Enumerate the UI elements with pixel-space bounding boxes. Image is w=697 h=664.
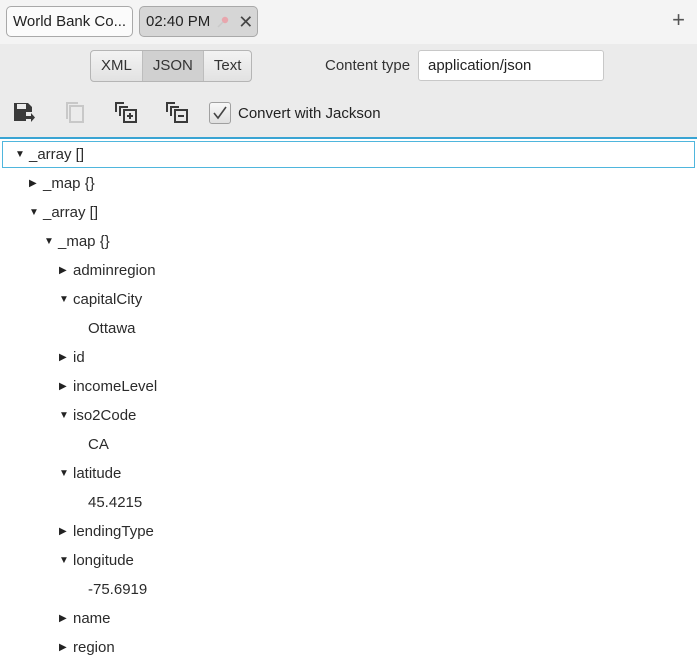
collapse-arrow-icon[interactable]: ▼ [15,149,29,160]
tree-node[interactable]: 45.4215 [0,489,142,516]
checkmark-icon [213,106,227,120]
tree-node-label: lendingType [73,523,154,540]
tree-node-label: _map {} [43,175,95,192]
tree-node-label: id [73,349,85,366]
toolbar: XML JSON Text Content type application/j… [0,44,697,137]
tree-node[interactable]: ▶ id [0,344,85,371]
expand-arrow-icon[interactable]: ▶ [29,178,43,189]
mode-xml-button[interactable]: XML [91,51,143,81]
tree-node-label: _array [] [43,204,99,221]
pin-icon[interactable] [216,15,230,29]
tree-node[interactable]: ▼ latitude [0,460,121,487]
tab-bar: World Bank Co... 02:40 PM ✕ + [0,0,697,44]
tree-node-label: adminregion [73,262,156,279]
add-tab-button[interactable]: + [672,9,685,31]
tree-node[interactable]: ▶ incomeLevel [0,373,157,400]
json-tree-view[interactable]: ▼ _array [] ▶ _map {} ▼ _array [] ▼ _map {} ▶ adm… [0,137,697,664]
convert-with-jackson-checkbox[interactable] [209,102,231,124]
expand-arrow-icon[interactable]: ▶ [59,526,73,537]
expand-arrow-icon[interactable]: ▶ [59,642,73,653]
tree-node[interactable]: ▶ adminregion [0,257,156,284]
collapse-arrow-icon[interactable]: ▼ [59,410,73,421]
save-export-icon[interactable] [12,100,36,124]
tree-node-value: -75.6919 [88,581,148,598]
tree-node[interactable]: -75.6919 [0,576,147,603]
close-tab-icon[interactable]: ✕ [238,13,253,31]
content-type-label: Content type [325,57,411,74]
format-mode-selector: XML JSON Text [90,50,253,82]
tree-node[interactable]: ▼ _array [] [2,141,695,168]
expand-arrow-icon[interactable]: ▶ [59,265,73,276]
tree-node[interactable]: ▼ _array [] [0,199,98,226]
tree-node-label: capitalCity [73,291,143,308]
tree-node-label: region [73,639,115,656]
tab-world-bank[interactable]: World Bank Co... [6,6,133,37]
tree-node[interactable]: ▼ capitalCity [0,286,142,313]
tree-node-label: longitude [73,552,134,569]
tree-node[interactable]: ▶ _map {} [0,170,95,197]
tab-label: World Bank Co... [13,13,127,30]
tree-node-label: _array [] [29,146,85,163]
tree-node-label: incomeLevel [73,378,158,395]
tree-node[interactable]: ▶ lendingType [0,518,154,545]
expand-arrow-icon[interactable]: ▶ [59,381,73,392]
tree-node-label: iso2Code [73,407,137,424]
mode-text-button[interactable]: Text [204,51,252,81]
tree-node-label: name [73,610,111,627]
expand-arrow-icon[interactable]: ▶ [59,352,73,363]
content-type-input[interactable] [418,50,604,81]
tree-node[interactable]: ▶ name [0,605,111,632]
tree-node-label: _map {} [58,233,110,250]
tree-node[interactable]: ▼ iso2Code [0,402,136,429]
collapse-arrow-icon[interactable]: ▼ [59,468,73,479]
tree-node-label: latitude [73,465,122,482]
tree-node-value: 45.4215 [88,494,143,511]
collapse-arrow-icon[interactable]: ▼ [59,555,73,566]
collapse-arrow-icon[interactable]: ▼ [44,236,58,247]
tree-node-value: CA [88,436,109,453]
tab-label: 02:40 PM [146,13,211,30]
tree-node[interactable]: Ottawa [0,315,136,342]
expand-arrow-icon[interactable]: ▶ [59,613,73,624]
expand-all-icon[interactable] [114,100,138,124]
tree-node[interactable]: ▼ _map {} [0,228,110,255]
tree-node[interactable]: ▼ longitude [0,547,134,574]
convert-with-jackson-label[interactable]: Convert with Jackson [238,105,381,122]
tree-node[interactable]: ▶ region [0,634,115,661]
collapse-arrow-icon[interactable]: ▼ [59,294,73,305]
collapse-all-icon[interactable] [165,100,189,124]
collapse-arrow-icon[interactable]: ▼ [29,207,43,218]
mode-json-button[interactable]: JSON [142,51,204,81]
tree-node[interactable]: CA [0,431,109,458]
copy-icon[interactable] [63,100,87,124]
tree-node-value: Ottawa [88,320,136,337]
tab-active-request[interactable]: 02:40 PM ✕ [139,6,258,37]
